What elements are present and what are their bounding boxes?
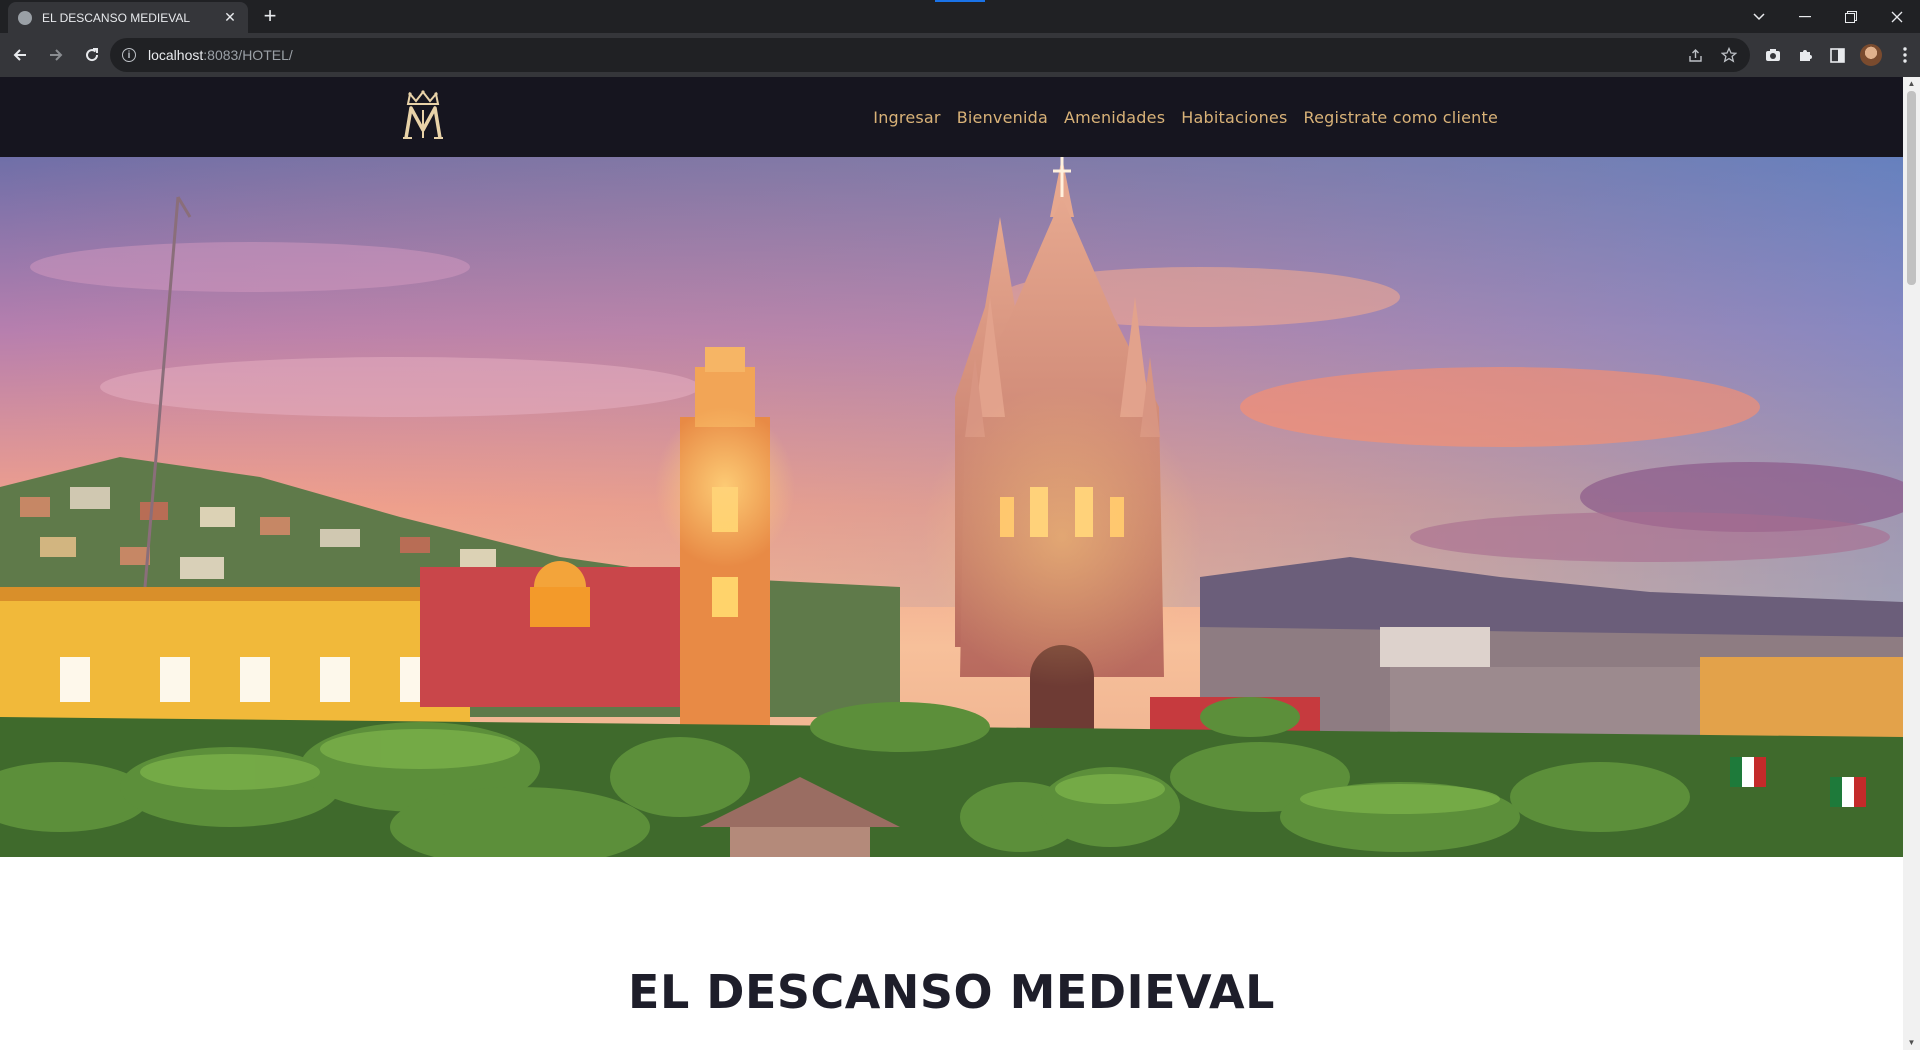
tab-search-icon[interactable] <box>1736 0 1782 33</box>
globe-icon <box>18 10 32 25</box>
scroll-down-arrow-icon[interactable]: ▼ <box>1903 1036 1920 1050</box>
hero-cityscape-illustration <box>0 157 1903 857</box>
tab-strip-indicator <box>935 0 985 2</box>
star-icon[interactable] <box>1720 46 1738 64</box>
url-host: localhost <box>148 47 204 63</box>
nav-link-amenidades[interactable]: Amenidades <box>1064 108 1165 127</box>
page-scrollbar[interactable]: ▲ ▼ <box>1903 77 1920 1050</box>
nav-link-habitaciones[interactable]: Habitaciones <box>1181 108 1287 127</box>
info-icon[interactable]: i <box>122 48 136 62</box>
main-navigation: Ingresar Bienvenida Amenidades Habitacio… <box>873 77 1498 157</box>
window-controls <box>1736 0 1920 33</box>
browser-tab-strip: EL DESCANSO MEDIEVAL ✕ + <box>0 0 1920 33</box>
menu-dots-icon[interactable] <box>1896 46 1914 64</box>
scroll-thumb[interactable] <box>1907 91 1916 285</box>
share-icon[interactable] <box>1686 46 1704 64</box>
hotel-logo[interactable] <box>400 90 446 142</box>
site-header: Ingresar Bienvenida Amenidades Habitacio… <box>0 77 1903 157</box>
page-title: EL DESCANSO MEDIEVAL <box>628 965 1275 1019</box>
scroll-up-arrow-icon[interactable]: ▲ <box>1903 77 1920 91</box>
sidebar-icon[interactable] <box>1828 46 1846 64</box>
back-icon[interactable] <box>4 39 36 71</box>
puzzle-icon[interactable] <box>1796 46 1814 64</box>
tab-title: EL DESCANSO MEDIEVAL <box>42 10 191 25</box>
url-path: :8083/HOTEL/ <box>203 47 293 63</box>
reload-icon[interactable] <box>76 39 108 71</box>
profile-avatar[interactable] <box>1860 44 1882 66</box>
forward-icon[interactable] <box>40 39 72 71</box>
minimize-button[interactable] <box>1782 0 1828 33</box>
browser-tab[interactable]: EL DESCANSO MEDIEVAL ✕ <box>8 2 248 33</box>
nav-link-registrate[interactable]: Registrate como cliente <box>1304 108 1498 127</box>
close-window-button[interactable] <box>1874 0 1920 33</box>
address-bar[interactable]: i localhost:8083/HOTEL/ <box>110 38 1750 72</box>
tab-close-button[interactable]: ✕ <box>222 9 238 26</box>
restore-button[interactable] <box>1828 0 1874 33</box>
nav-link-bienvenida[interactable]: Bienvenida <box>957 108 1048 127</box>
toolbar-extensions <box>1764 33 1914 77</box>
omnibox-actions <box>1686 38 1738 72</box>
browser-toolbar: i localhost:8083/HOTEL/ <box>0 33 1920 77</box>
page-viewport: Ingresar Bienvenida Amenidades Habitacio… <box>0 77 1903 1050</box>
camera-icon[interactable] <box>1764 46 1782 64</box>
new-tab-button[interactable]: + <box>258 4 282 28</box>
hero-image <box>0 157 1903 857</box>
nav-link-ingresar[interactable]: Ingresar <box>873 108 940 127</box>
